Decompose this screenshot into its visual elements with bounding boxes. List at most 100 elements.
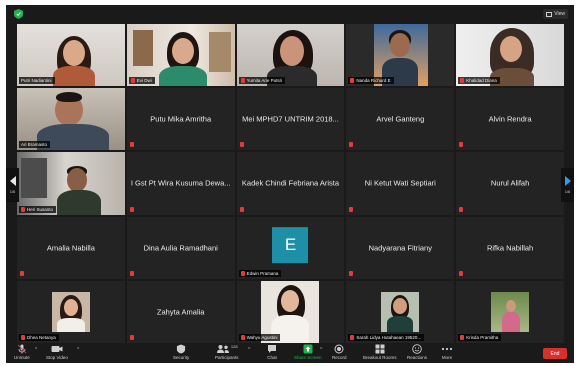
- participant-tile[interactable]: Wahyu Agustini: [236, 280, 345, 343]
- stop-video-button[interactable]: Stop Video: [46, 344, 68, 360]
- participants-button[interactable]: 128 Participants: [215, 344, 239, 360]
- participant-tile[interactable]: I Gst Pt Wira Kusuma Dewa...: [126, 152, 235, 215]
- participant-tile[interactable]: Ni Ketut Wati Septiari: [346, 152, 455, 215]
- participant-tile[interactable]: E Edwin Pramana: [236, 216, 345, 279]
- participant-tile[interactable]: Nanda Richard E: [346, 24, 455, 87]
- chevron-right-icon: [564, 176, 571, 186]
- participant-name: Arvel Ganteng: [376, 114, 425, 124]
- muted-mic-icon: [459, 142, 464, 148]
- participant-name-tag: Wahyu Agustini: [238, 334, 281, 341]
- record-button[interactable]: Record: [332, 344, 347, 360]
- breakout-rooms-icon: [375, 344, 385, 354]
- participant-name: I Gst Pt Wira Kusuma Dewa...: [130, 178, 231, 188]
- muted-mic-icon: [129, 335, 134, 340]
- muted-mic-icon: [349, 142, 354, 148]
- muted-mic-icon: [350, 78, 355, 84]
- page-indicator: 1/6: [564, 189, 571, 194]
- grid-view-icon: [546, 11, 553, 17]
- participant-count: 128: [230, 344, 238, 349]
- more-dots-icon: [441, 347, 453, 351]
- participant-tile[interactable]: Arvel Ganteng: [346, 88, 455, 151]
- security-button[interactable]: Security: [173, 344, 189, 360]
- muted-mic-icon: [21, 335, 25, 340]
- share-screen-button[interactable]: Share Screen: [294, 344, 322, 360]
- participant-name: Ni Ketut Wati Septiari: [364, 178, 436, 188]
- participant-name-tag: Krisda Pramitha: [458, 334, 502, 341]
- view-button[interactable]: View: [543, 9, 568, 19]
- muted-mic-icon: [349, 206, 354, 212]
- zoom-meeting-window: View Putri Nadiantini Evi Dwi Yumita Ari…: [6, 5, 574, 363]
- end-meeting-button[interactable]: End: [543, 348, 567, 359]
- participant-tile[interactable]: Krisda Pramitha: [456, 280, 564, 343]
- participant-name: Kadek Chindi Febriana Arista: [241, 178, 340, 188]
- reactions-button[interactable]: Reactions: [407, 344, 427, 360]
- participant-tile[interactable]: Putu Mika Amritha: [126, 88, 235, 151]
- participant-tile[interactable]: Alvin Rendra: [456, 88, 564, 151]
- participant-tile[interactable]: Dina Aulia Ramadhani: [126, 216, 235, 279]
- muted-mic-icon: [129, 270, 134, 276]
- muted-mic-icon: [460, 78, 465, 84]
- participant-tile[interactable]: Kadek Chindi Febriana Arista: [236, 152, 345, 215]
- participant-tile[interactable]: Nurul Alifah: [456, 152, 564, 215]
- participant-name: Alvin Rendra: [488, 114, 532, 124]
- video-camera-icon: [51, 346, 63, 352]
- next-page-button[interactable]: 1/6: [561, 168, 574, 202]
- participant-avatar: E: [272, 226, 309, 263]
- participant-tile[interactable]: Mei MPHD7 UNTRIM 2018...: [236, 88, 345, 151]
- muted-mic-icon: [459, 270, 464, 276]
- participant-name-tag: Khalidad Diana: [458, 77, 500, 85]
- participant-name-tag: Yumita Arie Putsri: [238, 77, 286, 85]
- view-button-label: View: [554, 11, 565, 17]
- muted-mic-icon: [239, 206, 244, 212]
- audio-options-caret-icon[interactable]: ^: [35, 347, 37, 353]
- smiley-icon: [412, 344, 422, 354]
- participant-name: Mei MPHD7 UNTRIM 2018...: [242, 114, 339, 124]
- muted-mic-icon: [349, 270, 354, 276]
- participant-name: Putu Mika Amritha: [150, 114, 212, 124]
- participant-tile[interactable]: Heri Susanto: [17, 152, 125, 215]
- shield-icon[interactable]: [14, 9, 23, 19]
- participant-tile[interactable]: Evi Dwi: [126, 24, 235, 87]
- participant-tile[interactable]: Rifka Nabillah: [456, 216, 564, 279]
- participant-tile[interactable]: Zahyta Amalia: [126, 280, 235, 343]
- participant-tile[interactable]: Khalidad Diana: [456, 24, 564, 87]
- participant-name-tag: Evi Dwi: [128, 77, 155, 85]
- participants-icon: [216, 345, 229, 353]
- participant-tile[interactable]: Amalia Nabilla: [17, 216, 125, 279]
- unmute-button[interactable]: Unmute: [14, 344, 30, 360]
- participant-tile[interactable]: Nadyarana Fitriany: [346, 216, 455, 279]
- participant-name: Amalia Nabilla: [46, 243, 95, 253]
- share-screen-icon: [303, 344, 313, 354]
- participant-name-tag: Dhea Netanya: [19, 334, 59, 341]
- participant-name-tag: Nanda Richard E: [348, 77, 394, 85]
- muted-mic-icon: [240, 78, 245, 84]
- participant-name: Nadyarana Fitriany: [368, 243, 432, 253]
- share-options-caret-icon[interactable]: ^: [320, 347, 322, 353]
- muted-mic-icon: [129, 206, 134, 212]
- participant-name: Nurul Alifah: [490, 178, 530, 188]
- top-bar: View: [6, 5, 574, 23]
- participant-tile[interactable]: Putri Nadiantini: [17, 24, 125, 87]
- muted-mic-icon: [130, 78, 135, 84]
- participant-tile[interactable]: Yumita Arie Putsri: [236, 24, 345, 87]
- muted-mic-icon: [239, 142, 244, 148]
- chat-button[interactable]: Chat: [267, 344, 277, 360]
- participant-tile[interactable]: Dhea Netanya: [17, 280, 125, 343]
- participant-name: Dina Aulia Ramadhani: [143, 243, 218, 253]
- more-button[interactable]: More: [441, 344, 453, 360]
- participant-tile[interactable]: Ari Bramasto: [17, 88, 125, 151]
- breakout-rooms-button[interactable]: Breakout Rooms: [363, 344, 397, 360]
- participant-name-tag: Heri Susanto: [19, 205, 57, 213]
- participant-tile[interactable]: Sarah Lidya Hutahaean 19520...: [346, 280, 455, 343]
- gallery-grid: Putri Nadiantini Evi Dwi Yumita Arie Put…: [17, 24, 564, 343]
- muted-mic-icon: [459, 206, 464, 212]
- muted-mic-icon: [129, 142, 134, 148]
- chat-bubble-icon: [268, 345, 276, 353]
- participants-options-caret-icon[interactable]: ^: [248, 347, 250, 353]
- chevron-left-icon: [9, 176, 16, 186]
- video-options-caret-icon[interactable]: ^: [77, 347, 79, 353]
- participant-name-tag: Sarah Lidya Hutahaean 19520...: [348, 334, 425, 341]
- muted-mic-icon: [460, 335, 465, 340]
- previous-page-button[interactable]: 1/6: [6, 168, 19, 202]
- muted-microphone-icon: [17, 344, 27, 354]
